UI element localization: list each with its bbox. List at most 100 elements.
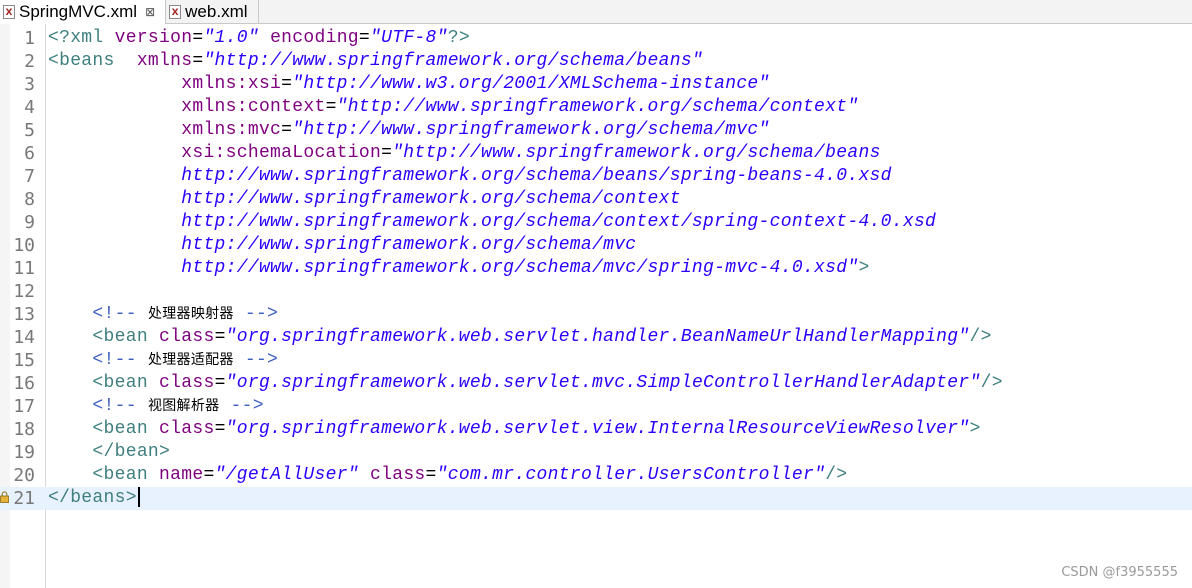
code-token: <bean: [92, 373, 160, 393]
text-caret: [137, 487, 140, 508]
xml-file-icon: X: [3, 5, 15, 19]
code-token: http://www.springframework.org/schema/mv…: [181, 258, 859, 278]
code-token: />: [969, 327, 992, 347]
line-number: 14: [13, 327, 35, 348]
code-line[interactable]: 11 http://www.springframework.org/schema…: [0, 257, 1192, 280]
code-line[interactable]: 17 <!-- 视图解析器 -->: [0, 395, 1192, 418]
code-line[interactable]: 18 <bean class="org.springframework.web.…: [0, 418, 1192, 441]
code-text: http://www.springframework.org/schema/mv…: [48, 257, 870, 280]
code-line[interactable]: 6 xsi:schemaLocation="http://www.springf…: [0, 142, 1192, 165]
code-token: xsi:schemaLocation: [181, 143, 382, 163]
line-number: 10: [13, 235, 35, 256]
code-text: xsi:schemaLocation="http://www.springfra…: [48, 142, 881, 165]
code-line[interactable]: 3 xmlns:xsi="http://www.w3.org/2001/XMLS…: [0, 73, 1192, 96]
tab-springmvc-xml[interactable]: X SpringMVC.xml ⊠: [0, 0, 167, 24]
code-token: "org.springframework.web.servlet.handler…: [225, 327, 970, 347]
code-token: <?xml: [48, 28, 115, 48]
line-number: 2: [24, 51, 35, 72]
code-token: xmlns:xsi: [181, 74, 282, 94]
code-token: <!--: [92, 396, 148, 416]
code-text: <bean class="org.springframework.web.ser…: [48, 418, 981, 441]
code-token: -->: [233, 304, 279, 324]
code-token: =: [214, 327, 226, 347]
code-line[interactable]: 9 http://www.springframework.org/schema/…: [0, 211, 1192, 234]
close-icon[interactable]: ⊠: [145, 5, 155, 19]
code-token: "http://www.springframework.org/schema/b…: [203, 51, 704, 71]
code-token: http://www.springframework.org/schema/co…: [181, 212, 937, 232]
line-number: 12: [13, 281, 35, 302]
code-token: http://www.springframework.org/schema/be…: [181, 166, 892, 186]
line-number: 13: [13, 304, 35, 325]
code-line[interactable]: 1 <?xml version="1.0" encoding="UTF-8"?>: [0, 27, 1192, 50]
code-line[interactable]: 5 xmlns:mvc="http://www.springframework.…: [0, 119, 1192, 142]
code-token: 视图解析器: [147, 398, 220, 414]
code-token: encoding: [270, 28, 359, 48]
code-token: "UTF-8": [370, 28, 448, 48]
code-editor[interactable]: 1 <?xml version="1.0" encoding="UTF-8"?> 2…: [0, 24, 1192, 588]
code-text: <!-- 处理器映射器 -->: [48, 303, 278, 326]
code-token: =: [214, 373, 226, 393]
code-text: </bean>: [48, 441, 170, 464]
code-token: -->: [219, 396, 264, 416]
code-text: <beans xmlns="http://www.springframework…: [48, 50, 703, 73]
line-number: 16: [13, 373, 35, 394]
code-token: xmlns:mvc: [181, 120, 282, 140]
line-number: 7: [24, 166, 35, 187]
code-line[interactable]: 15 <!-- 处理器适配器 -->: [0, 349, 1192, 372]
code-line[interactable]: 10 http://www.springframework.org/schema…: [0, 234, 1192, 257]
editor-tab-bar: X SpringMVC.xml ⊠ X web.xml: [0, 0, 1192, 24]
code-token: class: [159, 373, 215, 393]
code-token: =: [281, 74, 293, 94]
code-line[interactable]: 2 <beans xmlns="http://www.springframewor…: [0, 50, 1192, 73]
code-line[interactable]: 7 http://www.springframework.org/schema/…: [0, 165, 1192, 188]
code-text: <bean class="org.springframework.web.ser…: [48, 372, 1003, 395]
code-line[interactable]: 8 http://www.springframework.org/schema/…: [0, 188, 1192, 211]
code-text: http://www.springframework.org/schema/mv…: [48, 234, 636, 257]
code-text: xmlns:context="http://www.springframewor…: [48, 96, 858, 119]
code-token: =: [325, 97, 337, 117]
code-line[interactable]: 4 xmlns:context="http://www.springframew…: [0, 96, 1192, 119]
code-token: 处理器适配器: [147, 352, 234, 368]
line-number: 4: [24, 97, 35, 118]
code-token: =: [203, 465, 215, 485]
code-line[interactable]: 21 </beans>: [0, 487, 1192, 510]
code-line[interactable]: 13 <!-- 处理器映射器 -->: [0, 303, 1192, 326]
code-token: "com.mr.controller.UsersController": [436, 465, 826, 485]
code-line[interactable]: 20 <bean name="/getAllUser" class="com.m…: [0, 464, 1192, 487]
code-token: =: [214, 419, 226, 439]
code-token: "http://www.w3.org/2001/XMLSchema-instan…: [292, 74, 770, 94]
code-token: "org.springframework.web.servlet.view.In…: [225, 419, 970, 439]
code-token: =: [358, 28, 371, 48]
code-token: =: [192, 51, 204, 71]
code-line[interactable]: 16 <bean class="org.springframework.web.…: [0, 372, 1192, 395]
tab-label: SpringMVC.xml: [19, 2, 138, 21]
code-line[interactable]: 19 </bean>: [0, 441, 1192, 464]
line-number: 8: [24, 189, 35, 210]
code-token: http://www.springframework.org/schema/mv…: [181, 235, 637, 255]
code-token: <beans: [48, 51, 137, 71]
code-token: class: [159, 327, 215, 347]
code-text: http://www.springframework.org/schema/be…: [48, 165, 892, 188]
code-line[interactable]: 14 <bean class="org.springframework.web.…: [0, 326, 1192, 349]
code-token: class: [370, 465, 426, 485]
code-token: <!--: [92, 350, 148, 370]
line-number: 19: [13, 442, 35, 463]
code-token: >: [858, 258, 870, 278]
tab-web-xml[interactable]: X web.xml: [166, 0, 259, 23]
code-line[interactable]: 12: [0, 280, 1192, 303]
warning-lock-icon: [0, 491, 9, 503]
code-text: <bean name="/getAllUser" class="com.mr.c…: [48, 464, 847, 487]
